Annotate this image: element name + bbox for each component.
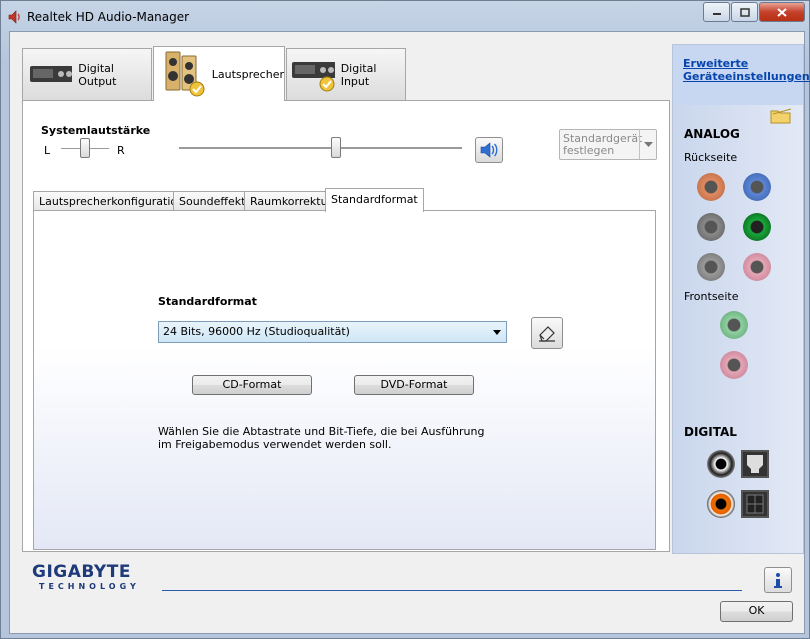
- analog-heading: ANALOG: [684, 127, 740, 141]
- speaker-volume-icon: [480, 142, 498, 158]
- advanced-settings-box: Erweiterte Geräteeinstellungen: [673, 45, 810, 105]
- set-default-device-dropdown[interactable]: Standardgerät festlegen: [559, 129, 657, 160]
- volume-slider-thumb[interactable]: [331, 137, 341, 158]
- close-button[interactable]: [759, 2, 805, 22]
- tab-label: Digital Output: [78, 61, 117, 88]
- window-title: Realtek HD Audio-Manager: [27, 10, 190, 24]
- cd-format-button[interactable]: CD-Format: [192, 375, 312, 395]
- brand-sub: TECHNOLOGY: [39, 582, 140, 591]
- tab-label: Lautsprecherkonfiguration: [39, 195, 185, 208]
- digital-coaxial-jack-black[interactable]: [707, 450, 735, 478]
- ok-button[interactable]: OK: [720, 601, 793, 622]
- minimize-icon: [712, 13, 721, 15]
- format-info-text: Wählen Sie die Abtastrate und Bit-Tiefe,…: [158, 425, 485, 451]
- rear-label: Rückseite: [684, 151, 738, 164]
- front-jack-pink[interactable]: [720, 351, 748, 379]
- mute-button[interactable]: [475, 137, 503, 163]
- tab-label: Standardformat: [331, 193, 418, 206]
- rear-jack-blue[interactable]: [743, 173, 771, 201]
- front-jack-green[interactable]: [720, 311, 748, 339]
- info-button[interactable]: [764, 567, 792, 593]
- rear-jack-pink[interactable]: [743, 253, 771, 281]
- digital-heading: DIGITAL: [684, 425, 737, 439]
- standard-format-value: 24 Bits, 96000 Hz (Studioqualität): [163, 325, 350, 338]
- tab-room-correction[interactable]: Raumkorrektur: [244, 191, 339, 212]
- digital-input-device-icon: [292, 61, 335, 91]
- digital-output-device-icon: [30, 65, 73, 82]
- standard-format-heading: Standardformat: [158, 295, 257, 308]
- title-bar: Realtek HD Audio-Manager: [1, 1, 810, 31]
- maximize-icon: [739, 7, 750, 17]
- tab-label: Digital Input: [340, 61, 377, 88]
- brand-name: GIGABYTE: [32, 562, 131, 582]
- tab-speakers[interactable]: Lautsprecher: [153, 46, 285, 101]
- client-area: Digital Output Lautsprecher Digital Inpu…: [9, 31, 810, 634]
- optical-port-icon: [747, 455, 763, 473]
- rear-jack-green[interactable]: [743, 213, 771, 241]
- standard-format-select[interactable]: 24 Bits, 96000 Hz (Studioqualität): [158, 321, 507, 343]
- maximize-button[interactable]: [731, 2, 758, 22]
- tab-sound-effect[interactable]: Soundeffekt: [173, 191, 252, 212]
- chevron-down-icon: [639, 130, 656, 159]
- dvd-format-button[interactable]: DVD-Format: [354, 375, 474, 395]
- tab-label: Lautsprecher: [211, 67, 284, 81]
- digital-optical-port-2[interactable]: [741, 490, 769, 518]
- folder-icon[interactable]: [769, 105, 793, 125]
- volume-slider-track[interactable]: [179, 147, 462, 150]
- rear-jack-gray-2[interactable]: [697, 253, 725, 281]
- front-label: Frontseite: [684, 290, 739, 303]
- rear-jack-gray[interactable]: [697, 213, 725, 241]
- rear-jack-orange[interactable]: [697, 173, 725, 201]
- minimize-button[interactable]: [703, 2, 730, 22]
- set-default-device-label: Standardgerät festlegen: [563, 132, 643, 157]
- tab-speaker-configuration[interactable]: Lautsprecherkonfiguration: [33, 191, 191, 212]
- footer-divider: [162, 590, 742, 591]
- window-frame: Realtek HD Audio-Manager Digital Output: [0, 0, 810, 639]
- optical-port-icon: [746, 494, 764, 514]
- close-icon: [777, 7, 787, 17]
- gigabyte-logo: GIGABYTE TECHNOLOGY: [32, 562, 140, 591]
- eraser-icon: [539, 326, 555, 342]
- tab-label: Soundeffekt: [179, 195, 246, 208]
- system-volume-label: Systemlautstärke: [41, 124, 151, 137]
- digital-optical-port[interactable]: [741, 450, 769, 478]
- advanced-device-settings-link[interactable]: Erweiterte Geräteeinstellungen: [683, 57, 810, 83]
- reset-format-button[interactable]: [531, 317, 563, 349]
- tab-digital-output[interactable]: Digital Output: [22, 48, 152, 100]
- tab-label: Raumkorrektur: [250, 195, 333, 208]
- balance-slider-thumb[interactable]: [80, 138, 90, 158]
- balance-left-label: L: [44, 144, 51, 157]
- tab-standard-format[interactable]: Standardformat: [325, 188, 424, 212]
- tab-digital-input[interactable]: Digital Input: [286, 48, 406, 100]
- dropdown-arrow-icon: [493, 330, 501, 335]
- standard-format-panel: [33, 210, 656, 550]
- digital-coaxial-jack-orange[interactable]: [707, 490, 735, 518]
- connector-panel: Erweiterte Geräteeinstellungen ANALOG Rü…: [672, 44, 810, 554]
- speaker-app-icon: [8, 10, 20, 24]
- speaker-device-icon: [165, 51, 205, 97]
- balance-right-label: R: [117, 144, 125, 157]
- info-icon: [774, 573, 782, 588]
